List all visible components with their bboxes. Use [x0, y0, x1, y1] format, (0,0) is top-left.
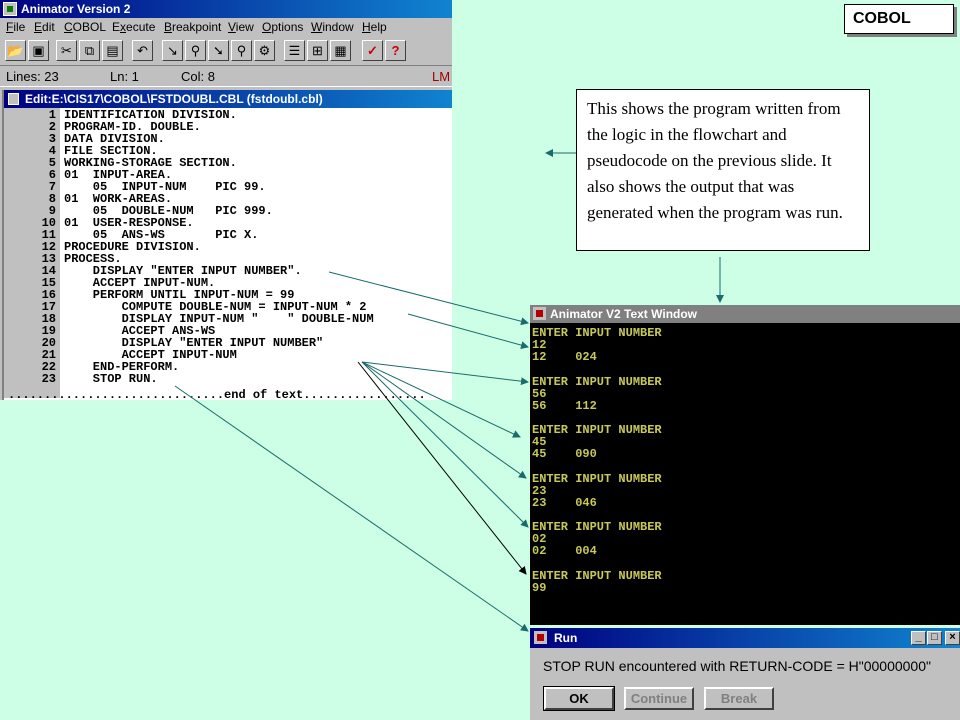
editor-window[interactable]: Edit:E:\CIS17\COBOL\FSTDOUBL.CBL (fstdou…	[2, 90, 452, 400]
run-icon	[534, 631, 547, 644]
query-icon[interactable]: ▦	[330, 40, 351, 61]
paste-icon[interactable]: ▤	[102, 40, 123, 61]
code-line: STOP RUN.	[64, 372, 158, 386]
output-line: ENTER INPUT NUMBER	[532, 374, 662, 389]
menu-cobol[interactable]: COBOL	[64, 20, 106, 34]
callout-text: This shows the program written from the …	[576, 89, 870, 251]
cut-icon[interactable]: ✂	[56, 40, 77, 61]
slide-label: COBOL	[844, 4, 954, 34]
status-bar: Lines: 23 Ln: 1 Col: 8 LM	[0, 65, 452, 87]
output-line: 12 024	[532, 350, 597, 364]
output-line: 23	[532, 483, 547, 498]
break-button[interactable]: Break	[704, 687, 774, 710]
animator-window: Animator Version 2 File Edit COBOL Execu…	[0, 0, 452, 400]
line-number: 23	[41, 372, 56, 386]
ok-button[interactable]: OK	[543, 686, 615, 711]
output-line: 56 112	[532, 398, 597, 413]
text-window-icon	[533, 307, 546, 320]
menu-bar: File Edit COBOL Execute Breakpoint View …	[0, 18, 452, 37]
output-line: ENTER INPUT NUMBER	[532, 423, 662, 437]
run-dialog-title: Run	[554, 631, 578, 645]
toolbar: 📂 ▣ ✂ ⧉ ▤ ↶ ↘ ⚲ ➘ ⚲ ⚙ ☰ ⊞ ▦ ✓ ?	[0, 37, 452, 65]
output-line: ENTER INPUT NUMBER	[532, 568, 662, 583]
output-line: ENTER INPUT NUMBER	[532, 326, 662, 340]
menu-options[interactable]: Options	[262, 20, 303, 34]
check-icon[interactable]: ✓	[362, 40, 383, 61]
status-mode: LM	[432, 69, 451, 84]
output-line: ENTER INPUT NUMBER	[532, 471, 662, 486]
zoom-icon[interactable]: ⚲	[185, 40, 206, 61]
list-icon[interactable]: ☰	[284, 40, 305, 61]
output-line: 45 090	[532, 447, 597, 461]
status-col: Col: 8	[181, 69, 215, 84]
output-line: 56	[532, 386, 547, 401]
maximize-icon[interactable]: □	[927, 631, 942, 645]
output-line: 02 004	[532, 544, 597, 558]
copy-icon[interactable]: ⧉	[79, 40, 100, 61]
menu-window[interactable]: Window	[311, 20, 354, 34]
output-line: 23 046	[532, 495, 597, 510]
status-ln: Ln: 1	[110, 69, 139, 84]
editor-title: Edit:E:\CIS17\COBOL\FSTDOUBL.CBL (fstdou…	[25, 92, 323, 106]
run-message: STOP RUN encountered with RETURN-CODE = …	[543, 658, 931, 674]
find-icon[interactable]: ⚲	[231, 40, 252, 61]
status-lines: Lines: 23	[6, 69, 59, 84]
step-icon[interactable]: ↘	[162, 40, 183, 61]
text-output-window[interactable]: Animator V2 Text Window ENTER INPUT NUMB…	[530, 305, 960, 625]
animator-title: Animator Version 2	[21, 2, 131, 16]
animator-title-bar[interactable]: Animator Version 2	[0, 0, 452, 18]
menu-breakpoint[interactable]: Breakpoint	[164, 20, 221, 34]
menu-help[interactable]: Help	[362, 20, 387, 34]
text-window-title: Animator V2 Text Window	[550, 307, 698, 321]
editor-title-bar[interactable]: Edit:E:\CIS17\COBOL\FSTDOUBL.CBL (fstdou…	[4, 90, 452, 108]
minimize-icon[interactable]: _	[911, 631, 926, 645]
output-line: ENTER INPUT NUMBER	[532, 520, 662, 534]
line-number-gutter: 1 2 3 4 5 6 7 8 9 10 11 12 13 14 15 16 17 18 19 20 21 22 23	[4, 108, 60, 398]
document-icon	[8, 93, 19, 105]
animate-icon[interactable]: ⚙	[254, 40, 275, 61]
close-icon[interactable]: ×	[945, 631, 960, 645]
go-icon[interactable]: ➘	[208, 40, 229, 61]
menu-file[interactable]: File	[6, 20, 25, 34]
end-of-text-marker: ..............................end of tex…	[8, 388, 426, 400]
arrow-stop-run	[174, 385, 529, 632]
menu-view[interactable]: View	[228, 20, 254, 34]
run-dialog-title-bar[interactable]: Run _ □ ×	[530, 628, 960, 648]
text-window-title-bar[interactable]: Animator V2 Text Window	[530, 305, 960, 323]
run-dialog: Run _ □ × STOP RUN encountered with RETU…	[530, 628, 960, 720]
save-icon[interactable]: ▣	[28, 40, 49, 61]
continue-button[interactable]: Continue	[624, 687, 694, 710]
help-question-icon[interactable]: ?	[385, 40, 406, 61]
output-line: 99	[532, 580, 547, 595]
undo-icon[interactable]: ↶	[132, 40, 153, 61]
menu-execute[interactable]: Execute	[112, 20, 155, 34]
structure-icon[interactable]: ⊞	[307, 40, 328, 61]
animator-app-icon[interactable]	[3, 2, 17, 16]
menu-edit[interactable]: Edit	[34, 20, 55, 34]
open-folder-icon[interactable]: 📂	[5, 40, 26, 61]
